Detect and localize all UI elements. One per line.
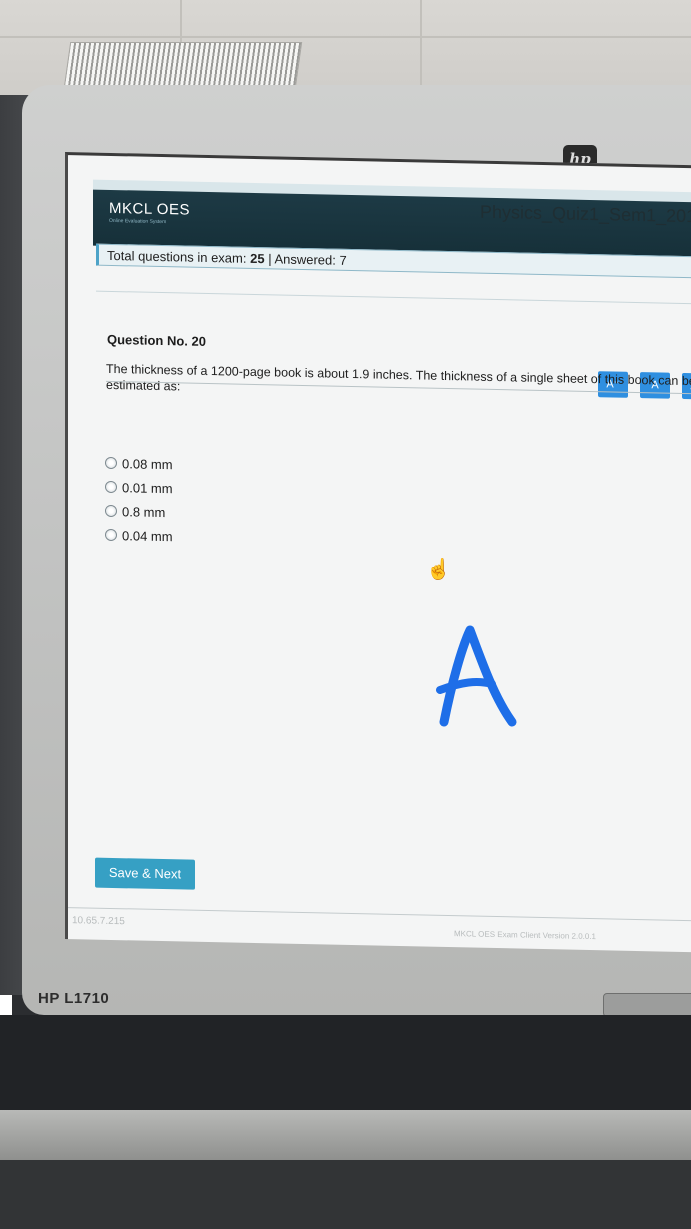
- answered-label: | Answered:: [268, 251, 336, 268]
- total-questions-label: Total questions in exam:: [107, 247, 247, 266]
- footer-divider: [68, 907, 691, 922]
- monitor-model-label: HP L1710: [38, 990, 110, 1007]
- app-brand: MKCL OES: [109, 199, 190, 219]
- client-ip: 10.65.7.215: [72, 915, 125, 928]
- ceiling-tile-line: [0, 36, 691, 38]
- screen: MKCL OES Online Evaluation System Physic…: [65, 152, 691, 953]
- radio-button[interactable]: [105, 504, 117, 518]
- desk-shadow: [0, 1015, 691, 1125]
- app-brand-subtitle: Online Evaluation System: [109, 217, 167, 226]
- monitor-power-button[interactable]: [603, 993, 691, 1017]
- total-questions-count: 25: [250, 250, 265, 267]
- option-label: 0.08 mm: [122, 456, 173, 473]
- desk-surface: [0, 1160, 691, 1229]
- save-next-button[interactable]: Save & Next: [95, 857, 195, 890]
- divider: [96, 290, 691, 306]
- option-3[interactable]: 0.8 mm: [105, 504, 165, 520]
- hand-cursor-icon: ☝: [426, 558, 451, 582]
- option-label: 0.8 mm: [122, 504, 166, 521]
- client-version: MKCL OES Exam Client Version 2.0.0.1: [454, 929, 596, 942]
- desk-edge: [0, 1110, 691, 1160]
- question-number: Question No. 20: [107, 331, 206, 349]
- radio-button[interactable]: [105, 456, 117, 470]
- answered-count: 7: [339, 252, 347, 268]
- option-1[interactable]: 0.08 mm: [105, 456, 173, 472]
- option-2[interactable]: 0.01 mm: [105, 480, 173, 496]
- option-4[interactable]: 0.04 mm: [105, 528, 173, 544]
- option-label: 0.01 mm: [122, 480, 173, 497]
- radio-button[interactable]: [105, 480, 117, 494]
- handwritten-letter-a: [436, 625, 517, 727]
- option-label: 0.04 mm: [122, 528, 173, 545]
- radio-button[interactable]: [105, 528, 117, 542]
